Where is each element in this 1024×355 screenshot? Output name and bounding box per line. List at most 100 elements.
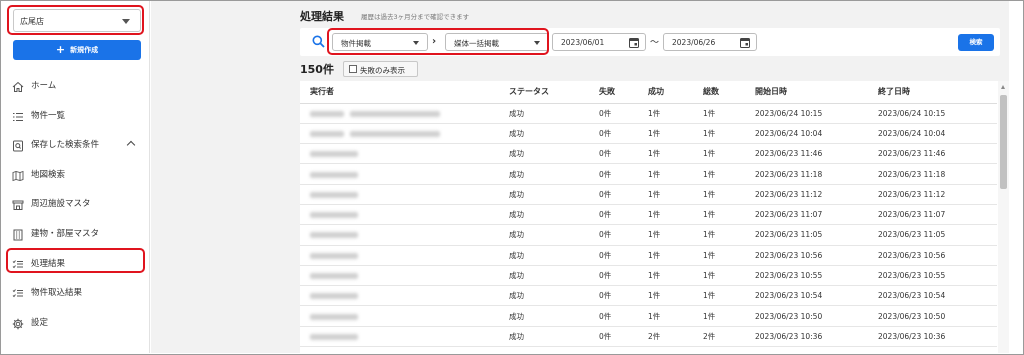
chevron-up-icon[interactable] xyxy=(126,140,136,150)
executor-cell xyxy=(300,265,499,287)
failed-cell: 0件 xyxy=(589,123,638,145)
sidebar-item-property-list[interactable]: 物件一覧 xyxy=(1,102,150,132)
status-cell: 成功 xyxy=(499,184,589,205)
total-cell: 1件 xyxy=(693,245,745,266)
failed-only-label: 失敗のみ表示 xyxy=(360,66,405,75)
executor-cell xyxy=(300,123,499,145)
start-datetime-cell: 2023/06/23 10:55 xyxy=(745,265,868,287)
filter-bar: 物件掲載 › 媒体一括掲載 2023/06/01 〜 2023/06/26 検索 xyxy=(300,28,1000,56)
status-cell: 成功 xyxy=(499,143,589,165)
end-datetime-cell: 2023/06/23 11:05 xyxy=(868,224,997,246)
table-row[interactable]: 成功 0件 1件 1件 2023/06/23 10:54 2023/06/23 10:54 xyxy=(300,285,997,307)
map-icon xyxy=(12,170,24,181)
table-row[interactable]: 成功 0件 1件 1件 2023/06/24 10:04 2023/06/24 10:04 xyxy=(300,123,997,145)
success-cell: 2件 xyxy=(638,326,693,348)
date-to-input[interactable]: 2023/06/26 xyxy=(663,33,757,51)
date-from-input[interactable]: 2023/06/01 xyxy=(552,33,646,51)
success-cell: 1件 xyxy=(638,305,693,327)
redacted-name xyxy=(310,171,358,178)
success-cell: 1件 xyxy=(638,224,693,246)
start-datetime-cell: 2023/06/23 10:56 xyxy=(745,245,868,266)
new-create-button[interactable]: + 新規作成 xyxy=(13,40,141,60)
table-scrollbar[interactable] xyxy=(998,81,1009,353)
sidebar-item-facility-master[interactable]: 周辺施設マスタ xyxy=(1,190,150,220)
sidebar-item-label: ホーム xyxy=(31,81,57,91)
process-subtype-value: 媒体一括掲載 xyxy=(454,39,499,48)
failed-cell: 0件 xyxy=(589,204,638,226)
search-button[interactable]: 検索 xyxy=(958,34,994,51)
table-row[interactable]: 成功 0件 1件 1件 2023/06/23 11:07 2023/06/23 11:07 xyxy=(300,204,997,226)
sidebar-item-import-results[interactable]: 物件取込結果 xyxy=(1,279,150,309)
success-cell: 1件 xyxy=(638,123,693,145)
success-cell: 1件 xyxy=(638,163,693,185)
scrollbar-thumb[interactable] xyxy=(1000,95,1007,189)
end-datetime-cell: 2023/06/23 11:18 xyxy=(868,163,997,185)
status-cell: 成功 xyxy=(499,265,589,287)
sidebar-item-home[interactable]: ホーム xyxy=(1,72,150,102)
chevron-down-icon xyxy=(534,41,540,45)
success-cell: 1件 xyxy=(638,103,693,124)
chevron-right-icon: › xyxy=(432,36,437,47)
failed-cell: 0件 xyxy=(589,326,638,348)
building-icon xyxy=(13,229,23,241)
column-header-executor: 実行者 xyxy=(300,81,499,104)
failed-only-toggle[interactable]: 失敗のみ表示 xyxy=(343,61,418,77)
table-row[interactable]: 成功 0件 1件 1件 2023/06/23 11:05 2023/06/23 11:05 xyxy=(300,224,997,246)
status-cell: 成功 xyxy=(499,305,589,327)
store-select[interactable]: 広尾店 xyxy=(13,9,141,32)
success-cell: 1件 xyxy=(638,204,693,226)
success-cell: 1件 xyxy=(638,245,693,266)
status-cell: 成功 xyxy=(499,224,589,246)
calendar-icon[interactable] xyxy=(740,37,750,48)
failed-cell: 0件 xyxy=(589,163,638,185)
sidebar-item-saved-search[interactable]: 保存した検索条件 xyxy=(1,131,150,161)
total-cell: 1件 xyxy=(693,204,745,226)
status-cell: 成功 xyxy=(499,285,589,307)
redacted-name xyxy=(310,273,358,280)
column-header-success: 成功 xyxy=(638,81,693,104)
total-cell: 1件 xyxy=(693,163,745,185)
gear-icon xyxy=(12,318,24,329)
table-row[interactable]: 成功 0件 1件 1件 2023/06/23 10:56 2023/06/23 10:56 xyxy=(300,245,997,266)
status-cell: 成功 xyxy=(499,103,589,124)
sidebar-item-label: 物件一覧 xyxy=(31,110,66,121)
table-row[interactable]: 成功 0件 1件 1件 2023/06/23 10:55 2023/06/23 10:55 xyxy=(300,265,997,287)
calendar-icon[interactable] xyxy=(629,37,639,48)
store-icon xyxy=(12,200,24,211)
saved-search-icon xyxy=(13,140,23,152)
end-datetime-cell: 2023/06/24 10:15 xyxy=(868,103,997,124)
success-cell: 1件 xyxy=(638,184,693,205)
process-type-select[interactable]: 物件掲載 xyxy=(332,33,428,51)
checklist-icon xyxy=(12,289,23,298)
page-subtitle: 履歴は過去3ヶ月分まで確認できます xyxy=(361,13,470,21)
sidebar-item-map-search[interactable]: 地図検索 xyxy=(1,161,150,191)
table-row[interactable]: 成功 0件 1件 1件 2023/06/24 10:15 2023/06/24 10:15 xyxy=(300,103,997,124)
end-datetime-cell: 2023/06/23 10:36 xyxy=(868,326,997,348)
process-subtype-select[interactable]: 媒体一括掲載 xyxy=(445,33,549,51)
redacted-name xyxy=(350,110,440,117)
end-datetime-cell: 2023/06/23 10:55 xyxy=(868,265,997,287)
table-header-row: 実行者 ステータス 失敗 成功 総数 開始日時 終了日時 xyxy=(300,81,997,104)
sidebar-item-building-master[interactable]: 建物・部屋マスタ xyxy=(1,220,150,250)
start-datetime-cell: 2023/06/23 11:12 xyxy=(745,184,868,205)
start-datetime-cell: 2023/06/24 10:15 xyxy=(745,103,868,124)
end-datetime-cell: 2023/06/24 10:04 xyxy=(868,123,997,145)
executor-cell xyxy=(300,326,499,348)
sidebar-item-settings[interactable]: 設定 xyxy=(1,309,150,339)
failed-only-checkbox[interactable] xyxy=(349,65,357,73)
failed-cell: 0件 xyxy=(589,265,638,287)
sidebar-item-process-results[interactable]: 処理結果 xyxy=(1,250,150,280)
start-datetime-cell: 2023/06/23 11:07 xyxy=(745,204,868,226)
table-row[interactable]: 成功 0件 1件 1件 2023/06/23 11:12 2023/06/23 11:12 xyxy=(300,184,997,205)
total-cell: 1件 xyxy=(693,224,745,246)
column-header-start: 開始日時 xyxy=(745,81,868,104)
main-content: 処理結果 履歴は過去3ヶ月分まで確認できます 物件掲載 › 媒体一括掲載 202… xyxy=(151,1,1009,353)
table-row[interactable]: 成功 0件 1件 1件 2023/06/23 11:46 2023/06/23 11:46 xyxy=(300,143,997,165)
total-cell: 1件 xyxy=(693,143,745,165)
table-row[interactable]: 成功 0件 1件 1件 2023/06/23 11:18 2023/06/23 11:18 xyxy=(300,163,997,185)
scroll-up-arrow-icon[interactable] xyxy=(1001,85,1005,89)
table-row[interactable]: 成功 0件 2件 2件 2023/06/23 10:36 2023/06/23 10:36 xyxy=(300,326,997,348)
end-datetime-cell: 2023/06/23 11:12 xyxy=(868,184,997,205)
table-row[interactable]: 成功 0件 1件 1件 2023/06/23 10:50 2023/06/23 10:50 xyxy=(300,305,997,327)
executor-cell xyxy=(300,285,499,307)
